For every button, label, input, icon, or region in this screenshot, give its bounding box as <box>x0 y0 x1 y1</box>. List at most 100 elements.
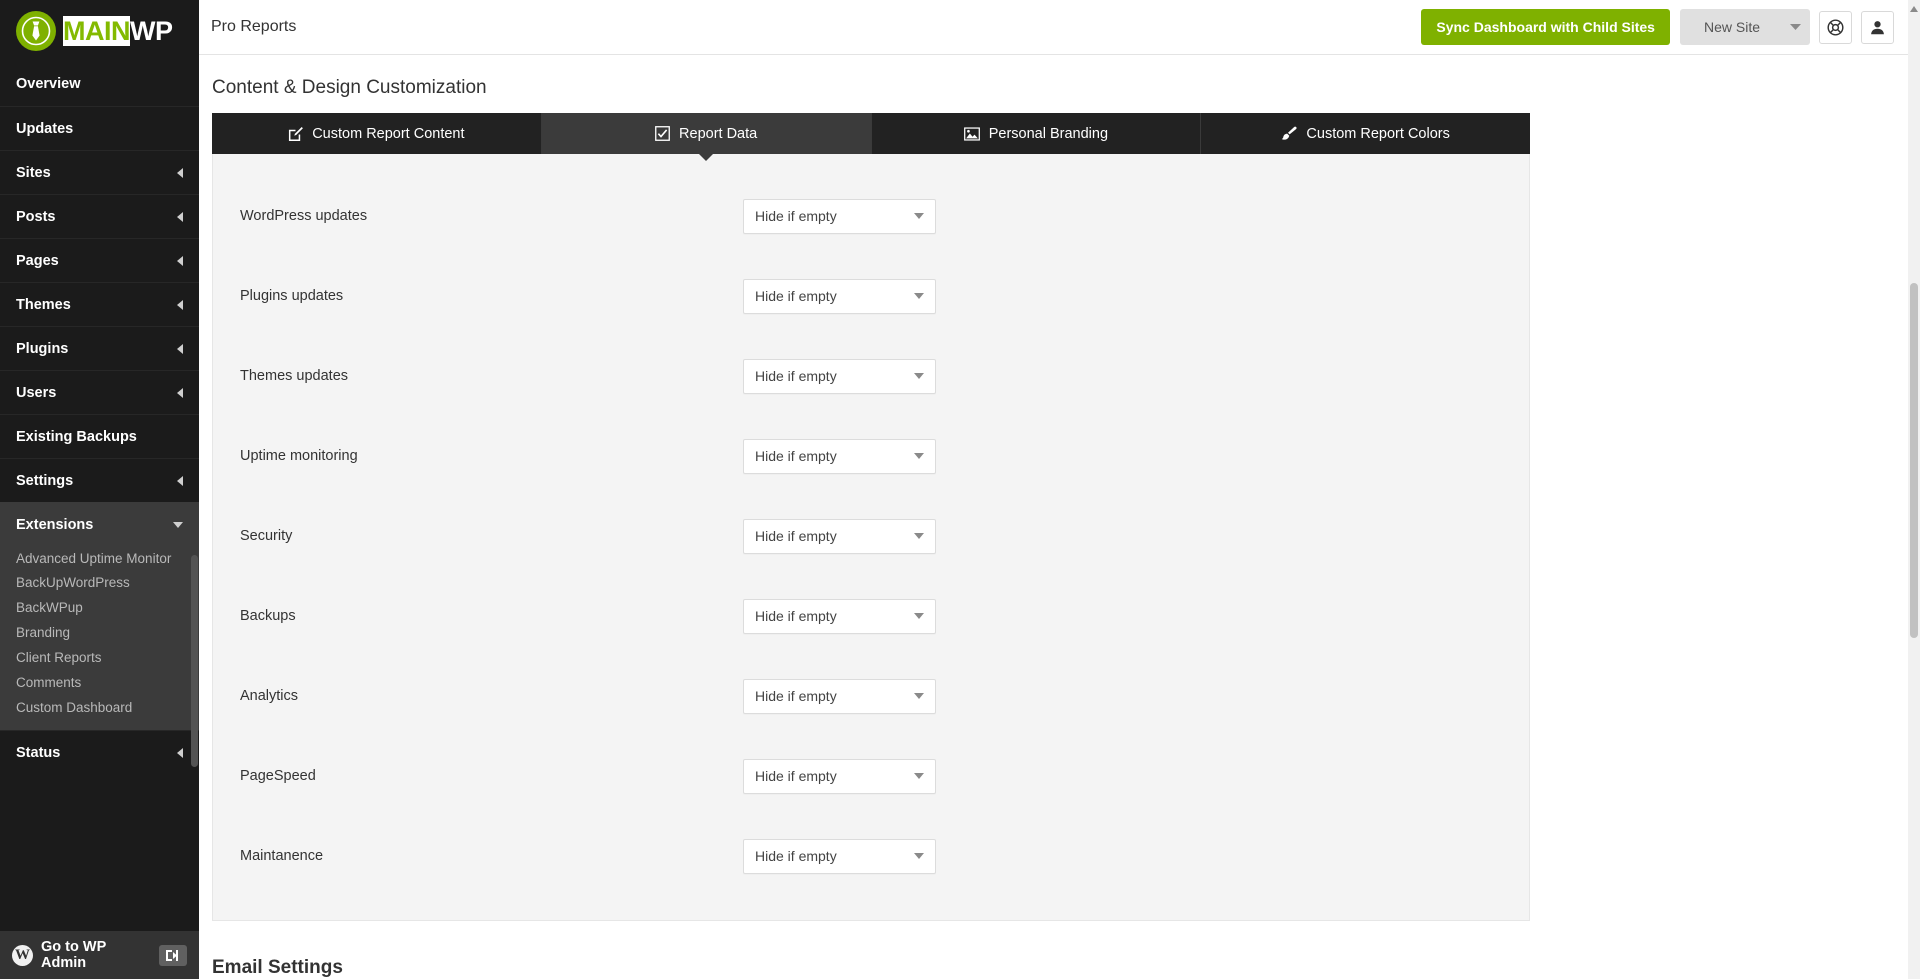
chevron-left-icon <box>177 344 183 354</box>
field-label: Plugins updates <box>240 288 743 304</box>
sidebar-item-sites[interactable]: Sites <box>0 150 199 194</box>
sync-dashboard-button[interactable]: Sync Dashboard with Child Sites <box>1421 9 1670 45</box>
topbar: Pro Reports Sync Dashboard with Child Si… <box>199 0 1920 55</box>
chevron-left-icon <box>177 212 183 222</box>
go-to-wp-admin-bar[interactable]: W Go to WP Admin <box>0 931 199 979</box>
wordpress-icon: W <box>12 945 33 966</box>
brand-name-wp: WP <box>130 16 173 46</box>
brand-logo[interactable]: MAINWP <box>0 0 199 62</box>
sidebar-item-label: Pages <box>16 253 177 269</box>
sidebar-item-label: Status <box>16 745 177 761</box>
chevron-down-icon[interactable] <box>1780 9 1810 45</box>
chevron-down-icon <box>914 853 924 859</box>
tab-custom-report-content[interactable]: Custom Report Content <box>212 113 542 154</box>
sidebar-item-updates[interactable]: Updates <box>0 106 199 150</box>
sidebar-item-label: Overview <box>16 76 183 92</box>
sidebar-subitem-custom-dashboard[interactable]: Custom Dashboard <box>0 695 199 720</box>
scroll-up-icon[interactable] <box>1910 6 1918 12</box>
sidebar-scrollbar[interactable] <box>191 555 198 767</box>
sidebar-submenu-extensions: Advanced Uptime Monitor BackUpWordPress … <box>0 546 199 730</box>
tab-bar: Custom Report Content Report Data <box>212 113 1530 154</box>
new-site-button[interactable]: New Site <box>1680 9 1780 45</box>
page-scrollbar[interactable] <box>1908 0 1920 979</box>
exit-icon[interactable] <box>159 945 187 966</box>
sidebar-subitem-backupwordpress[interactable]: BackUpWordPress <box>0 570 199 595</box>
chevron-down-icon <box>914 373 924 379</box>
go-to-wp-admin-label: Go to WP Admin <box>41 939 151 971</box>
chevron-left-icon <box>177 256 183 266</box>
sidebar-item-label: Sites <box>16 165 177 181</box>
select-maintanence[interactable]: Hide if empty <box>743 839 936 874</box>
chevron-left-icon <box>177 476 183 486</box>
sidebar-item-label: Extensions <box>16 517 173 533</box>
tab-personal-branding[interactable]: Personal Branding <box>872 113 1202 154</box>
field-row-pagespeed: PageSpeed Hide if empty <box>213 736 1529 816</box>
select-value: Hide if empty <box>755 848 914 864</box>
sidebar-item-label: Users <box>16 385 177 401</box>
sidebar-subitem-comments[interactable]: Comments <box>0 670 199 695</box>
sidebar-item-label: Updates <box>16 121 183 137</box>
checkbox-checked-icon <box>655 126 670 141</box>
sidebar-item-existing-backups[interactable]: Existing Backups <box>0 414 199 458</box>
field-row-maintanence: Maintanence Hide if empty <box>213 816 1529 896</box>
field-row-security: Security Hide if empty <box>213 496 1529 576</box>
sidebar-subitem-advanced-uptime-monitor[interactable]: Advanced Uptime Monitor <box>0 548 199 570</box>
field-row-backups: Backups Hide if empty <box>213 576 1529 656</box>
user-icon[interactable] <box>1861 11 1894 44</box>
field-row-analytics: Analytics Hide if empty <box>213 656 1529 736</box>
page-scrollbar-thumb[interactable] <box>1910 283 1918 638</box>
sidebar-subitem-client-reports[interactable]: Client Reports <box>0 645 199 670</box>
field-row-plugins-updates: Plugins updates Hide if empty <box>213 256 1529 336</box>
lifebuoy-icon[interactable] <box>1819 11 1852 44</box>
select-security[interactable]: Hide if empty <box>743 519 936 554</box>
sidebar: MAINWP Overview Updates Sites Posts Page… <box>0 0 199 979</box>
tab-label: Personal Branding <box>989 126 1108 142</box>
sidebar-subitem-branding[interactable]: Branding <box>0 620 199 645</box>
sidebar-item-posts[interactable]: Posts <box>0 194 199 238</box>
chevron-down-icon <box>914 293 924 299</box>
sidebar-item-users[interactable]: Users <box>0 370 199 414</box>
chevron-down-icon <box>173 522 183 528</box>
brand-name-main: MAIN <box>63 16 130 46</box>
select-value: Hide if empty <box>755 288 914 304</box>
sidebar-item-status[interactable]: Status <box>0 730 199 774</box>
select-themes-updates[interactable]: Hide if empty <box>743 359 936 394</box>
tab-label: Report Data <box>679 126 757 142</box>
sidebar-item-themes[interactable]: Themes <box>0 282 199 326</box>
sidebar-item-overview[interactable]: Overview <box>0 62 199 106</box>
sidebar-subitem-backwpup[interactable]: BackWPup <box>0 595 199 620</box>
field-label: Maintanence <box>240 848 743 864</box>
field-label: WordPress updates <box>240 208 743 224</box>
field-row-wordpress-updates: WordPress updates Hide if empty <box>213 176 1529 256</box>
select-backups[interactable]: Hide if empty <box>743 599 936 634</box>
page-breadcrumb-title: Pro Reports <box>211 18 1421 36</box>
select-wordpress-updates[interactable]: Hide if empty <box>743 199 936 234</box>
chevron-down-icon <box>914 533 924 539</box>
select-plugins-updates[interactable]: Hide if empty <box>743 279 936 314</box>
chevron-down-icon <box>914 773 924 779</box>
main-area: Pro Reports Sync Dashboard with Child Si… <box>199 0 1920 979</box>
tab-label: Custom Report Content <box>312 126 464 142</box>
sidebar-item-plugins[interactable]: Plugins <box>0 326 199 370</box>
sidebar-item-pages[interactable]: Pages <box>0 238 199 282</box>
select-pagespeed[interactable]: Hide if empty <box>743 759 936 794</box>
field-label: Themes updates <box>240 368 743 384</box>
select-value: Hide if empty <box>755 528 914 544</box>
tab-report-data[interactable]: Report Data <box>542 113 872 154</box>
field-label: Uptime monitoring <box>240 448 743 464</box>
sidebar-item-label: Settings <box>16 473 177 489</box>
sidebar-item-extensions[interactable]: Extensions <box>0 502 199 546</box>
select-uptime-monitoring[interactable]: Hide if empty <box>743 439 936 474</box>
sidebar-item-settings[interactable]: Settings <box>0 458 199 502</box>
sidebar-item-label: Themes <box>16 297 177 313</box>
select-analytics[interactable]: Hide if empty <box>743 679 936 714</box>
tab-custom-report-colors[interactable]: Custom Report Colors <box>1201 113 1530 154</box>
field-label: Backups <box>240 608 743 624</box>
chevron-left-icon <box>177 168 183 178</box>
select-value: Hide if empty <box>755 368 914 384</box>
sidebar-item-label: Existing Backups <box>16 429 183 445</box>
customization-card: Custom Report Content Report Data <box>199 113 1920 921</box>
page-content: Content & Design Customization Custom Re… <box>199 55 1920 979</box>
chevron-left-icon <box>177 300 183 310</box>
page-title: Content & Design Customization <box>199 77 1920 99</box>
